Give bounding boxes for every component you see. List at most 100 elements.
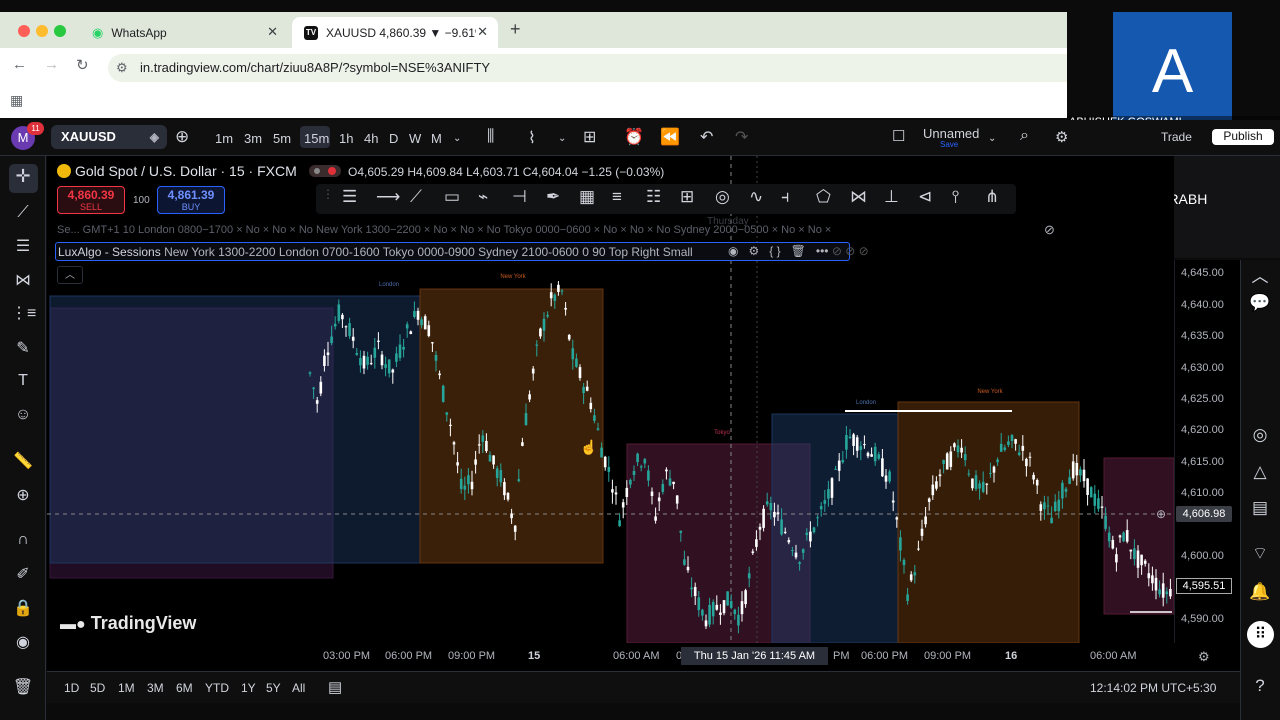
range-button-5d[interactable]: 5D [90,681,105,695]
clock-timezone[interactable]: 12:14:02 PM UTC+5:30 [1090,681,1216,695]
range-button-1m[interactable]: 1M [118,681,135,695]
interval-1m[interactable]: 1m [215,131,233,146]
save-label[interactable]: Save [940,140,958,149]
diamond-icon[interactable]: ◈ [150,125,159,149]
apps-grid-button[interactable]: ⠿ [1247,621,1274,648]
interval-4h[interactable]: 4h [364,131,378,146]
polygon-icon[interactable]: ⬠ [816,187,831,207]
alert-icon[interactable]: ⏰ [624,127,644,147]
target-icon[interactable]: ◎ [1249,425,1271,445]
apps-grid-icon[interactable]: ▦ [10,92,23,109]
trash-icon[interactable]: 🗑 [791,244,806,258]
settings-icon[interactable]: ⚙ [749,244,760,258]
rectangle-icon[interactable]: ▭ [444,187,460,207]
lock-pencil-icon[interactable]: ✐ [11,564,35,584]
address-bar[interactable]: ⚙ in.tradingview.com/chart/ziuu8A8P/?sym… [108,54,1067,82]
eye-icon[interactable]: ◉ [728,244,738,258]
undo-icon[interactable]: ↶ [700,127,713,147]
instrument-legend[interactable]: Gold Spot / U.S. Dollar · 15 · FXCM [57,163,297,179]
cross-line-icon[interactable]: ⊣ [512,187,527,207]
interval-W[interactable]: W [409,131,421,146]
interval-D[interactable]: D [389,131,398,146]
measure-icon[interactable]: ⊥ [884,187,899,207]
sell-button[interactable]: 4,860.39 SELL [57,186,125,214]
range-button-ytd[interactable]: YTD [205,681,229,695]
tab-whatsapp[interactable]: ◉ WhatsApp ✕ [80,17,288,48]
reload-icon[interactable]: ↻ [76,56,89,74]
replay-icon[interactable]: ⏪ [660,127,680,147]
lock-icon[interactable]: 🔒 [11,598,35,618]
chevron-down-icon[interactable]: ⌄ [988,133,996,144]
maximize-window-button[interactable] [54,25,66,37]
source-code-icon[interactable]: { } [769,244,780,258]
pencil-icon[interactable]: ✒ [546,187,560,207]
publish-button[interactable]: Publish [1212,129,1274,145]
candle-type-icon[interactable]: ⫼ [487,128,494,146]
range-button-5y[interactable]: 5Y [266,681,281,695]
date-range-calendar-icon[interactable]: ▤ [328,678,342,696]
trash-icon[interactable]: 🗑 [11,677,35,697]
interval-M[interactable]: M [431,131,442,146]
range-button-all[interactable]: All [292,681,305,695]
vertical-line-icon[interactable]: ⫯ [952,187,959,207]
crosshair-box-icon[interactable]: ⊞ [680,187,694,207]
settings-gear-icon[interactable]: ⚙ [1055,128,1068,146]
help-icon[interactable]: ? [1249,676,1271,696]
forward-arrow-icon[interactable]: → [44,56,59,73]
disjoint-channel-icon[interactable]: ☷ [646,187,661,207]
long-position-icon[interactable]: ⊲ [918,187,932,207]
forecast-icon[interactable]: ⋮≡ [11,303,36,323]
brush-icon[interactable]: ✎ [11,338,35,358]
bell-icon[interactable]: 🔔 [1249,582,1271,602]
horizontal-lines-icon[interactable]: ☰ [342,187,357,207]
close-window-button[interactable] [18,25,30,37]
indicators-icon[interactable]: ⌇ [528,128,536,148]
redo-icon[interactable]: ↷ [735,127,748,147]
chevron-down-icon[interactable]: ⌄ [453,133,461,144]
close-tab-icon[interactable]: ✕ [267,24,278,40]
signal-icon[interactable]: ⌔ [1249,543,1271,564]
path-icon[interactable]: ⌁ [478,187,488,207]
time-scale-settings-icon[interactable]: ⚙ [1198,649,1210,665]
add-alert-plus-icon[interactable]: ⊕ [1156,507,1166,521]
buy-button[interactable]: 4,861.39 BUY [157,186,225,214]
circle-icon[interactable]: ◎ [715,187,730,207]
pattern-icon[interactable]: ⋈ [11,270,35,290]
emoji-icon[interactable]: ☺ [11,406,35,424]
symbol-search-box[interactable]: XAUUSD ◈ [51,125,167,149]
indicator-legend-luxalgo[interactable]: LuxAlgo - Sessions New York 1300-2200 Lo… [58,245,693,259]
crosshair-icon[interactable]: ✛ [11,166,35,187]
indicator-legend-sessions[interactable]: Se... GMT+1 10 London 0800−1700 × No × N… [57,224,831,236]
calendar-icon[interactable]: ▤ [1249,498,1271,518]
search-icon[interactable]: ⌕ [1020,127,1029,145]
wave-icon[interactable]: ∿ [749,187,763,207]
interval-5m[interactable]: 5m [273,131,291,146]
grid-icon[interactable]: ▦ [579,187,595,207]
ruler-icon[interactable]: 📏 [11,451,35,471]
site-settings-icon[interactable]: ⚙ [116,54,128,82]
layout-checkbox-icon[interactable]: ☐ [892,127,905,145]
chat-bubble-icon[interactable]: 💬 [1249,293,1271,313]
back-arrow-icon[interactable]: ← [12,56,27,73]
compare-add-symbol-icon[interactable]: ⊕ [175,127,189,147]
horizontal-ray-icon[interactable]: ⟶ [376,187,400,207]
hide-indicator-eye-icon[interactable]: ⊘ [1044,222,1055,238]
trend-line-icon[interactable]: ⟋ [11,204,35,222]
pitchfork-icon[interactable]: ⫞ [781,187,790,207]
chevron-down-icon[interactable]: ⌄ [558,133,566,144]
magnet-icon[interactable]: ∩ [11,531,35,549]
order-quantity[interactable]: 100 [133,195,150,206]
eye-icon[interactable]: ◉ [11,632,35,652]
tab-tradingview[interactable]: TV XAUUSD 4,860.39 ▼ −9.61% ✕ [292,17,498,48]
interval-15m[interactable]: 15m [304,131,329,146]
interval-3m[interactable]: 3m [244,131,262,146]
pattern-icon[interactable]: ⋈ [850,187,867,207]
parallel-channel-icon[interactable]: ≡ [612,187,622,207]
minimize-window-button[interactable] [36,25,48,37]
text-icon[interactable]: T [11,372,35,390]
range-button-6m[interactable]: 6M [176,681,193,695]
zoom-in-icon[interactable]: ⊕ [11,485,35,505]
trade-button[interactable]: Trade [1161,130,1192,144]
new-tab-button[interactable]: + [510,19,521,40]
layout-name[interactable]: Unnamed [923,126,979,141]
